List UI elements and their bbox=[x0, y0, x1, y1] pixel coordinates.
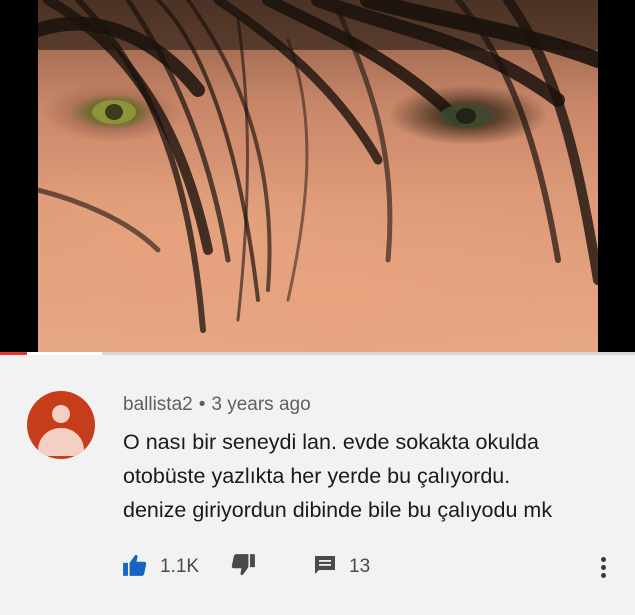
thumbs-down-icon bbox=[230, 552, 256, 583]
video-progress-bar[interactable] bbox=[0, 352, 635, 355]
video-hair-overlay bbox=[38, 0, 598, 333]
reply-count: 13 bbox=[349, 556, 371, 577]
avatar-head bbox=[52, 405, 70, 423]
dislike-button[interactable] bbox=[230, 552, 256, 582]
comment-line: otobüste yazlıkta her yerde bu çalıyordu… bbox=[123, 464, 511, 488]
reply-button[interactable]: 13 bbox=[313, 552, 370, 582]
avatar-body bbox=[38, 428, 84, 456]
played-bar bbox=[0, 352, 27, 355]
more-vertical-icon[interactable] bbox=[596, 552, 612, 582]
comment-line: O nası bir seneydi lan. evde sokakta oku… bbox=[123, 430, 539, 454]
comment-author[interactable]: ballista2 bbox=[123, 394, 193, 415]
comment: ballista2 • 3 years ago O nası bir seneydi… bbox=[0, 356, 635, 615]
comment-meta: ballista2 • 3 years ago bbox=[123, 394, 311, 416]
comment-line: denize giriyordun dibinde bile bu çalıyo… bbox=[123, 498, 553, 522]
like-button[interactable]: 1.1K bbox=[122, 552, 199, 582]
video-player[interactable] bbox=[0, 0, 635, 355]
comment-time: 3 years ago bbox=[211, 394, 311, 415]
avatar[interactable] bbox=[27, 391, 95, 459]
buffer-bar bbox=[26, 352, 102, 355]
comment-icon bbox=[313, 553, 337, 582]
thumbs-up-icon bbox=[122, 552, 148, 583]
like-count: 1.1K bbox=[160, 556, 200, 577]
comment-text: O nası bir seneydi lan. evde sokakta oku… bbox=[123, 425, 618, 527]
comment-actions: 1.1K 13 bbox=[0, 552, 635, 582]
meta-separator: • bbox=[198, 394, 206, 415]
